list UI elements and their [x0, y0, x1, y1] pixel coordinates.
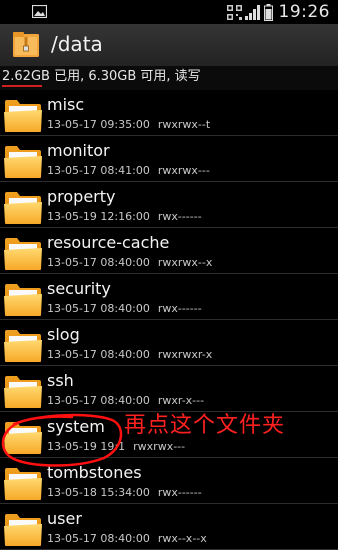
file-permissions: rwxrwx--x	[157, 256, 213, 269]
file-name: system	[47, 417, 105, 436]
file-row-slog[interactable]: slog 13-05-17 08:40:00 rwxrwxr-x	[0, 320, 338, 366]
file-meta: 13-05-19 12:16:00 rwx------	[47, 210, 202, 223]
file-meta: 13-05-17 08:40:00 rwxrwx--x	[47, 256, 212, 269]
file-name: ssh	[47, 371, 74, 390]
file-row-misc[interactable]: misc 13-05-17 09:35:00 rwxrwx--t	[0, 90, 338, 136]
file-permissions: rwx------	[157, 210, 202, 223]
signal-icon	[244, 4, 260, 20]
file-date: 13-05-17 08:41:00	[47, 164, 150, 177]
file-permissions: rwxrwxr-x	[157, 348, 213, 361]
folder-icon	[4, 514, 42, 546]
file-date: 13-05-19 19:1	[47, 440, 126, 453]
file-permissions: rwxrwx---	[157, 164, 210, 177]
file-meta: 13-05-17 08:40:00 rwxr-x---	[47, 394, 204, 407]
file-meta: 13-05-17 08:41:00 rwxrwx---	[47, 164, 210, 177]
image-icon	[32, 5, 47, 18]
file-permissions: rwxr-x---	[157, 394, 205, 407]
file-name: misc	[47, 95, 85, 114]
status-bar: 19:26	[0, 0, 338, 24]
file-date: 13-05-17 08:40:00	[47, 394, 150, 407]
file-date: 13-05-18 15:34:00	[47, 486, 150, 499]
storage-details: 已用, 6.30GB 可用, 读写	[49, 69, 201, 84]
battery-icon	[263, 3, 273, 21]
used-underline-mark	[2, 85, 42, 87]
file-permissions: rwx------	[157, 486, 202, 499]
current-path: /data	[51, 32, 103, 56]
file-meta: 13-05-18 15:34:00 rwx------	[47, 486, 202, 499]
qr-grid-icon	[226, 4, 242, 20]
folder-icon	[4, 330, 42, 362]
folder-icon	[4, 238, 42, 270]
folder-icon	[4, 376, 42, 408]
folder-icon	[4, 468, 42, 500]
file-row-property[interactable]: property 13-05-19 12:16:00 rwx------	[0, 182, 338, 228]
file-meta: 13-05-19 19:1 rwxrwx---	[47, 440, 185, 453]
title-bar: /data	[0, 24, 338, 66]
storage-used: 2.62GB	[2, 69, 50, 84]
folder-icon	[4, 422, 42, 454]
file-meta: 13-05-17 08:40:00 rwx------	[47, 302, 202, 315]
file-meta: 13-05-17 08:40:00 rwx--x--x	[47, 532, 207, 545]
file-name: monitor	[47, 141, 110, 160]
file-row-user[interactable]: user 13-05-17 08:40:00 rwx--x--x	[0, 504, 338, 550]
file-row-resource-cache[interactable]: resource-cache 13-05-17 08:40:00 rwxrwx--…	[0, 228, 338, 274]
file-permissions: rwxrwx--t	[157, 118, 211, 131]
folder-icon	[4, 100, 42, 132]
folder-icon	[4, 192, 42, 224]
file-date: 13-05-17 08:40:00	[47, 532, 150, 545]
file-date: 13-05-17 09:35:00	[47, 118, 150, 131]
file-date: 13-05-17 08:40:00	[47, 348, 150, 361]
file-name: tombstones	[47, 463, 142, 482]
clock: 19:26	[278, 2, 330, 22]
file-permissions: rwx------	[157, 302, 202, 315]
file-row-security[interactable]: security 13-05-17 08:40:00 rwx------	[0, 274, 338, 320]
file-permissions: rwxrwx---	[133, 440, 186, 453]
file-row-ssh[interactable]: ssh 13-05-17 08:40:00 rwxr-x---	[0, 366, 338, 412]
folder-icon	[4, 284, 42, 316]
annotation-text: 再点这个文件夹	[124, 413, 286, 438]
file-name: security	[47, 279, 111, 298]
storage-summary: 2.62GB 已用, 6.30GB 可用, 读写	[0, 66, 338, 90]
file-list: misc 13-05-17 09:35:00 rwxrwx--t monitor …	[0, 90, 338, 550]
folder-zip-icon[interactable]	[12, 31, 40, 58]
folder-icon	[4, 146, 42, 178]
file-name: slog	[47, 325, 80, 344]
file-name: user	[47, 509, 82, 528]
file-date: 13-05-17 08:40:00	[47, 256, 150, 269]
file-name: property	[47, 187, 116, 206]
file-date: 13-05-19 12:16:00	[47, 210, 150, 223]
file-date: 13-05-17 08:40:00	[47, 302, 150, 315]
file-permissions: rwx--x--x	[157, 532, 207, 545]
file-row-tombstones[interactable]: tombstones 13-05-18 15:34:00 rwx------	[0, 458, 338, 504]
file-row-monitor[interactable]: monitor 13-05-17 08:41:00 rwxrwx---	[0, 136, 338, 182]
file-name: resource-cache	[47, 233, 170, 252]
file-meta: 13-05-17 08:40:00 rwxrwxr-x	[47, 348, 212, 361]
file-meta: 13-05-17 09:35:00 rwxrwx--t	[47, 118, 210, 131]
